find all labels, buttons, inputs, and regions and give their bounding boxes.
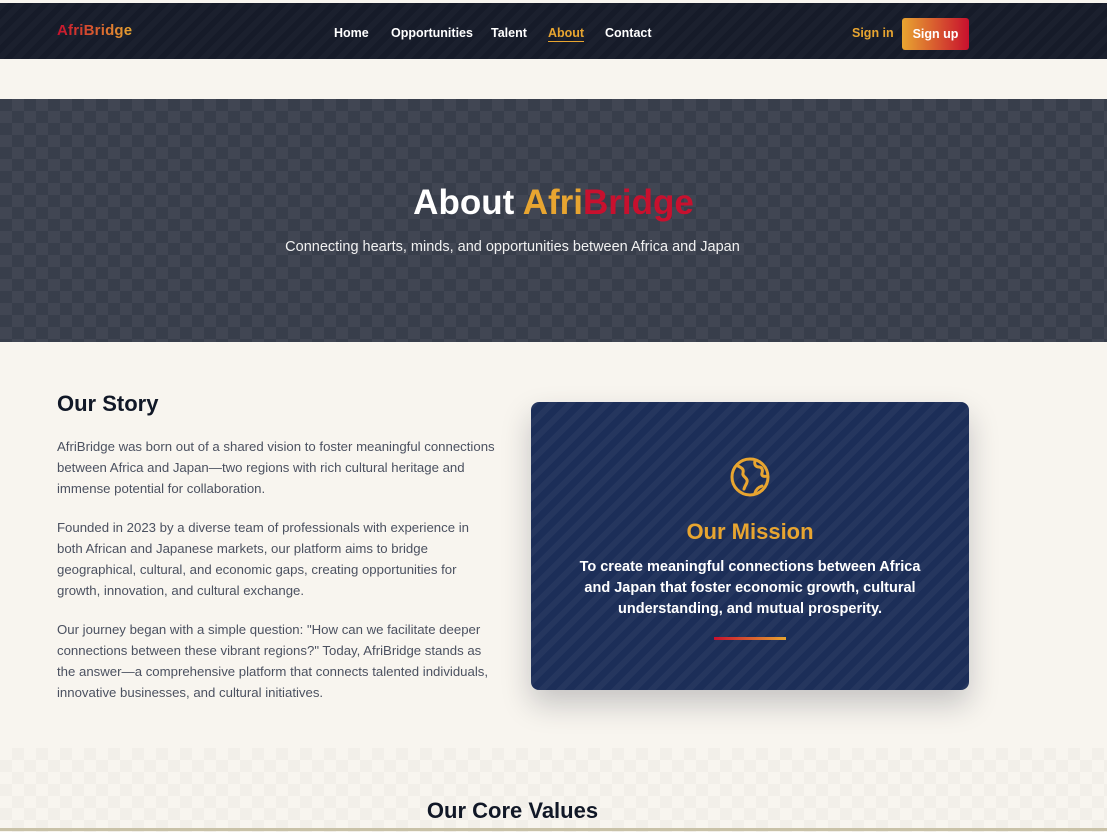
mission-title: Our Mission — [686, 519, 814, 544]
nav-link-about[interactable]: About — [548, 26, 585, 42]
globe-icon — [730, 457, 770, 497]
hero-title-bridge: Bridge — [582, 183, 694, 222]
hero-title-afri: Afri — [522, 183, 583, 222]
nav-link-contact[interactable]: Contact — [605, 26, 652, 40]
story-paragraph-2: Founded in 2023 by a diverse team of pro… — [57, 520, 469, 598]
mission-divider — [714, 637, 786, 640]
sign-in-link[interactable]: Sign in — [852, 26, 894, 40]
core-values-title: Our Core Values — [426, 798, 599, 823]
nav-link-talent[interactable]: Talent — [491, 26, 527, 40]
hero-title-prefix: About — [413, 183, 515, 222]
nav-link-home[interactable]: Home — [334, 26, 369, 40]
core-values-section: Our Core Values — [0, 748, 1107, 832]
story-title: Our Story — [57, 391, 159, 416]
section-divider — [0, 828, 1107, 831]
story-paragraph-3: Our journey began with a simple question… — [57, 622, 489, 700]
hero-subtitle: Connecting hearts, minds, and opportunit… — [285, 239, 740, 255]
nav-link-opportunities[interactable]: Opportunities — [391, 26, 473, 40]
sign-up-button[interactable]: Sign up — [902, 18, 969, 50]
story-paragraph-1: AfriBridge was born out of a shared visi… — [57, 439, 495, 496]
mission-text: To create meaningful connections between… — [579, 559, 921, 617]
mission-card: Our Mission To create meaningful connect… — [531, 402, 969, 690]
hero-banner: About AfriBridge Connecting hearts, mind… — [0, 99, 1107, 342]
top-navbar: AfriBridge Home Opportunities Talent Abo… — [0, 3, 1107, 59]
hero-title: About AfriBridge — [0, 183, 1107, 223]
